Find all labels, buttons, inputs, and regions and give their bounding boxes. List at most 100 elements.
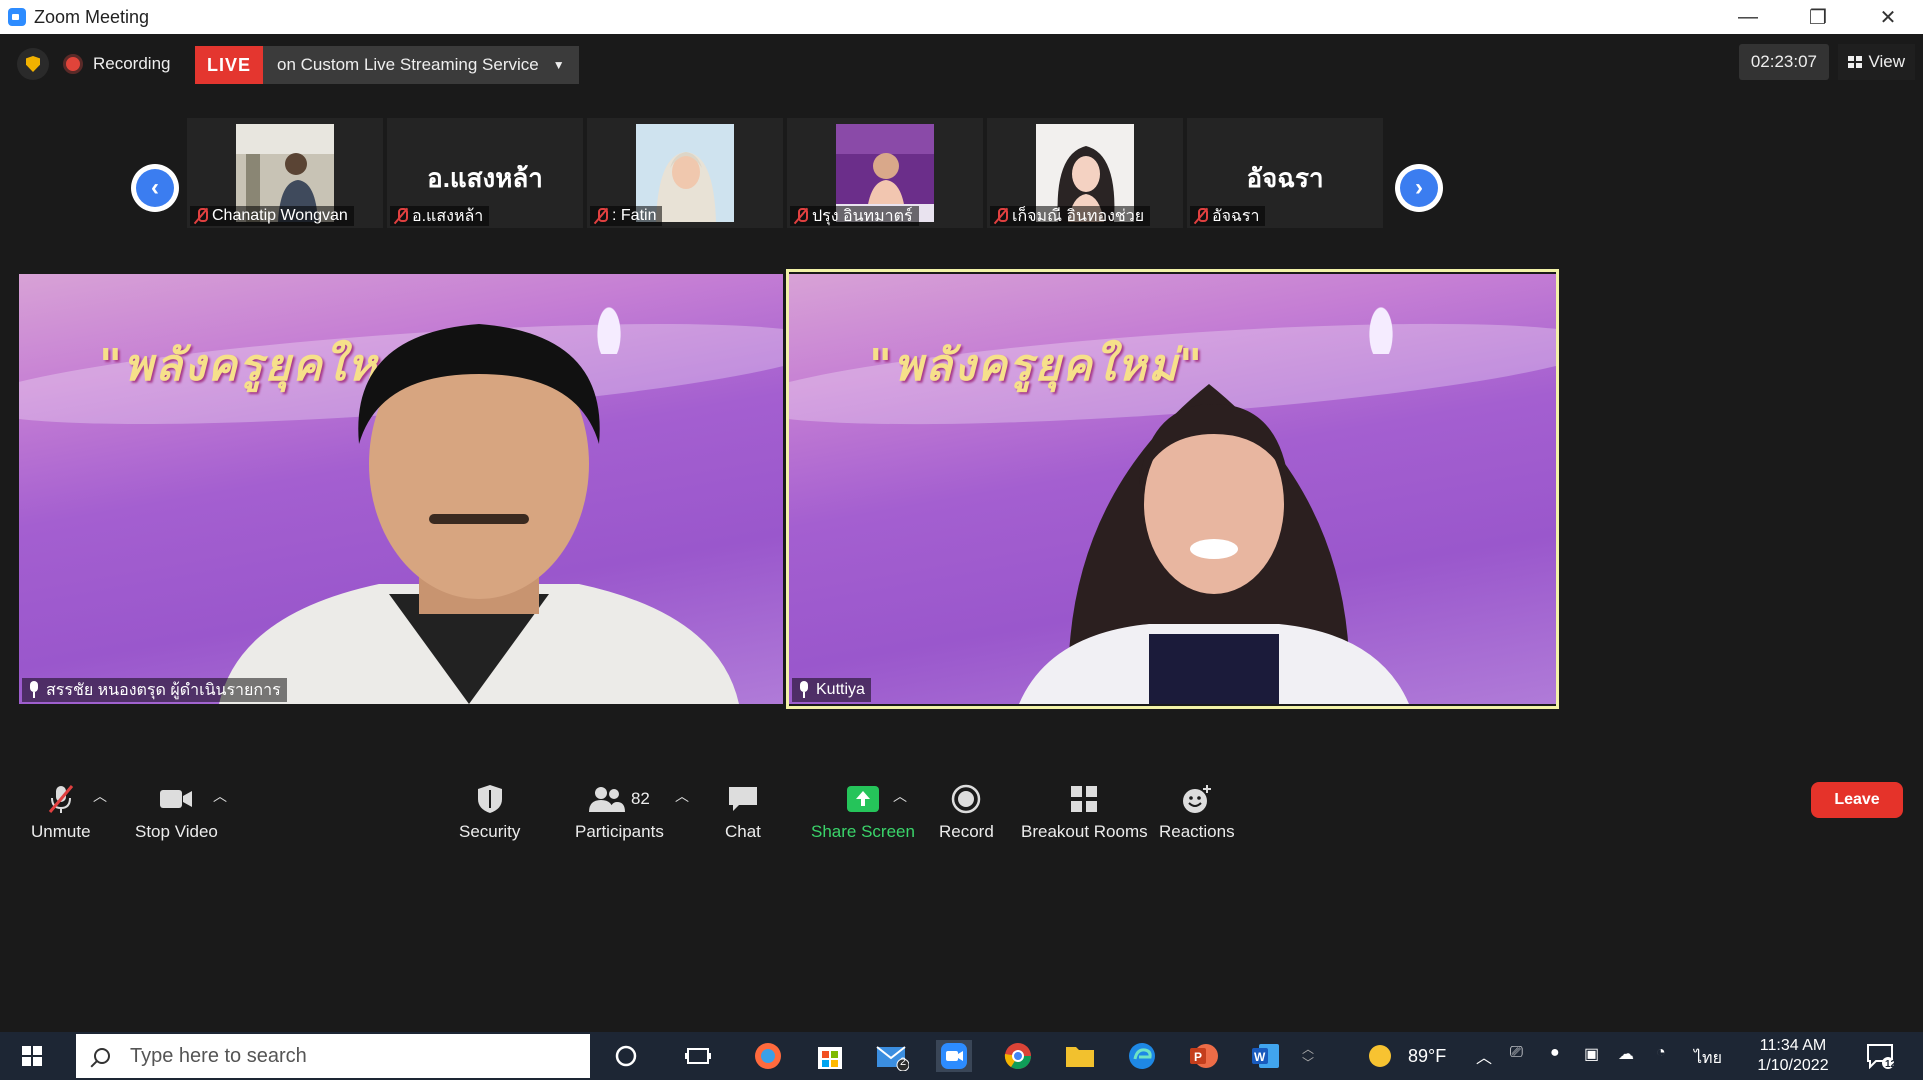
participants-button[interactable]: 82 Participants [575, 784, 664, 842]
search-icon [94, 1048, 110, 1064]
view-label: View [1868, 52, 1905, 71]
chat-button[interactable]: Chat [725, 784, 761, 842]
security-label: Security [459, 822, 521, 841]
microphone-icon [28, 681, 40, 699]
shield-icon [26, 56, 40, 72]
shield-icon [477, 784, 503, 814]
minimize-button[interactable]: — [1713, 0, 1783, 34]
stop-video-label: Stop Video [135, 822, 218, 841]
powerpoint-icon[interactable]: P [1186, 1040, 1222, 1072]
taskbar-clock[interactable]: 11:34 AM 1/10/2022 [1738, 1036, 1848, 1076]
filmstrip-prev-button[interactable]: ‹ [131, 164, 179, 212]
participant-video [219, 324, 739, 704]
device-icon[interactable]: ⎚ [1510, 1044, 1523, 1062]
filmstrip-tile[interactable]: Chanatip Wongvan [187, 118, 383, 228]
leave-button[interactable]: Leave [1811, 782, 1903, 818]
zoom-taskbar-icon[interactable] [936, 1040, 972, 1072]
participant-name-tag: สรรชัย หนองตรุด ผู้ดำเนินรายการ [22, 678, 287, 702]
breakout-rooms-icon [1070, 784, 1098, 814]
clock-date: 1/10/2022 [1757, 1057, 1829, 1074]
record-button[interactable]: Record [939, 784, 994, 842]
recording-indicator[interactable]: Recording [63, 48, 171, 80]
recording-label: Recording [93, 54, 171, 73]
participants-label: Participants [575, 822, 664, 841]
participant-name-tag: ปรุง อินทมาตร์ [790, 206, 919, 226]
chevron-left-icon: ‹ [136, 169, 174, 207]
participant-name-tag: : Fatin [590, 206, 663, 226]
notification-center-icon[interactable]: 12 [1862, 1040, 1898, 1072]
photoscape-app-icon[interactable] [750, 1040, 786, 1072]
participant-count: 82 [630, 789, 650, 808]
video-camera-icon [159, 784, 193, 814]
live-stream-dropdown[interactable]: LIVE on Custom Live Streaming Service ▼ [195, 46, 579, 84]
filmstrip-tile[interactable]: อัจฉรา อัจฉรา [1187, 118, 1383, 228]
windows-taskbar: Type here to search 2 P W ︿ ﹀ 89°F ︿ ⎚ ● … [0, 1032, 1923, 1080]
audio-options-caret-icon[interactable]: ︿ [93, 786, 107, 806]
reactions-label: Reactions [1159, 822, 1235, 841]
task-view-icon[interactable] [680, 1040, 716, 1072]
participants-options-caret-icon[interactable]: ︿ [675, 786, 689, 806]
display-tray-icon[interactable]: ▣ [1584, 1044, 1599, 1064]
filmstrip-tile[interactable]: อ.แสงหล้า อ.แสงหล้า [387, 118, 583, 228]
filmstrip-tile[interactable]: ปรุง อินทมาตร์ [787, 118, 983, 228]
participants-icon: 82 [588, 784, 650, 814]
window-titlebar: Zoom Meeting — ❐ ✕ [0, 0, 1923, 34]
participant-name: อ.แสงหล้า [412, 207, 484, 225]
cortana-icon[interactable] [608, 1040, 644, 1072]
weather-temperature[interactable]: 89°F [1408, 1046, 1446, 1067]
microphone-tray-icon[interactable]: ● [1550, 1044, 1560, 1062]
live-service-text: on Custom Live Streaming Service [277, 55, 539, 74]
clock-time: 11:34 AM [1759, 1037, 1827, 1054]
participant-display-name: อ.แสงหล้า [427, 163, 543, 193]
participant-name: อัจฉรา [1212, 207, 1260, 225]
video-tile[interactable]: "พลังครูยุคใหม่" สรรชัย หนองตรุด ผู้ดำเน… [19, 274, 783, 704]
participant-display-name: อัจฉรา [1246, 163, 1324, 193]
file-explorer-icon[interactable] [1062, 1040, 1098, 1072]
filmstrip-tile[interactable]: : Fatin [587, 118, 783, 228]
meeting-area: Recording LIVE on Custom Live Streaming … [3, 34, 1923, 1018]
chevron-right-icon: › [1400, 169, 1438, 207]
show-hidden-icons-chevron-icon[interactable]: ︿ [1476, 1044, 1492, 1068]
window-title: Zoom Meeting [34, 6, 150, 27]
video-options-caret-icon[interactable]: ︿ [213, 786, 227, 806]
zoom-app-icon [8, 8, 26, 26]
filmstrip-tile[interactable]: เก็จมณี อินทองช่วย [987, 118, 1183, 228]
chrome-icon[interactable] [1000, 1040, 1036, 1072]
share-options-caret-icon[interactable]: ︿ [893, 786, 907, 806]
breakout-rooms-button[interactable]: Breakout Rooms [1021, 784, 1148, 842]
record-label: Record [939, 822, 994, 841]
wifi-icon[interactable]: ◔ [1656, 1044, 1666, 1062]
close-button[interactable]: ✕ [1853, 0, 1923, 34]
view-button[interactable]: View [1838, 44, 1915, 80]
mic-muted-icon [194, 208, 208, 224]
meeting-toolbar: Unmute ︿ Stop Video ︿ Security 82 Partic… [3, 764, 1923, 864]
taskbar-search-input[interactable]: Type here to search [76, 1034, 590, 1078]
weather-sun-icon [1362, 1040, 1398, 1072]
svg-text:P: P [1194, 1050, 1202, 1064]
mail-icon[interactable]: 2 [874, 1040, 910, 1072]
unmute-button[interactable]: Unmute [31, 784, 91, 842]
edge-icon[interactable] [1124, 1040, 1160, 1072]
participant-name: Chanatip Wongvan [212, 207, 348, 224]
restore-button[interactable]: ❐ [1783, 0, 1853, 34]
security-button[interactable]: Security [459, 784, 520, 842]
share-screen-label: Share Screen [811, 822, 915, 841]
security-status-button[interactable] [17, 48, 49, 80]
participant-name: ปรุง อินทมาตร์ [812, 207, 913, 225]
mail-badge: 2 [900, 1056, 907, 1068]
chat-label: Chat [725, 822, 761, 841]
participant-name: สรรชัย หนองตรุด ผู้ดำเนินรายการ [46, 681, 281, 699]
word-icon[interactable]: W [1248, 1040, 1284, 1072]
microsoft-store-icon[interactable] [812, 1040, 848, 1072]
filmstrip-next-button[interactable]: › [1395, 164, 1443, 212]
stop-video-button[interactable]: Stop Video [135, 784, 218, 842]
reactions-button[interactable]: Reactions [1159, 784, 1235, 842]
taskbar-scroll-arrows[interactable]: ︿ ﹀ [1296, 1040, 1320, 1072]
breakout-rooms-label: Breakout Rooms [1021, 822, 1148, 841]
microphone-muted-icon [46, 784, 76, 814]
caret-down-icon: ▼ [552, 58, 565, 72]
mic-muted-icon [394, 208, 408, 224]
windows-start-button[interactable] [22, 1046, 42, 1066]
input-language[interactable]: ไทย [1694, 1046, 1722, 1071]
onedrive-cloud-icon[interactable]: ☁ [1618, 1044, 1634, 1064]
